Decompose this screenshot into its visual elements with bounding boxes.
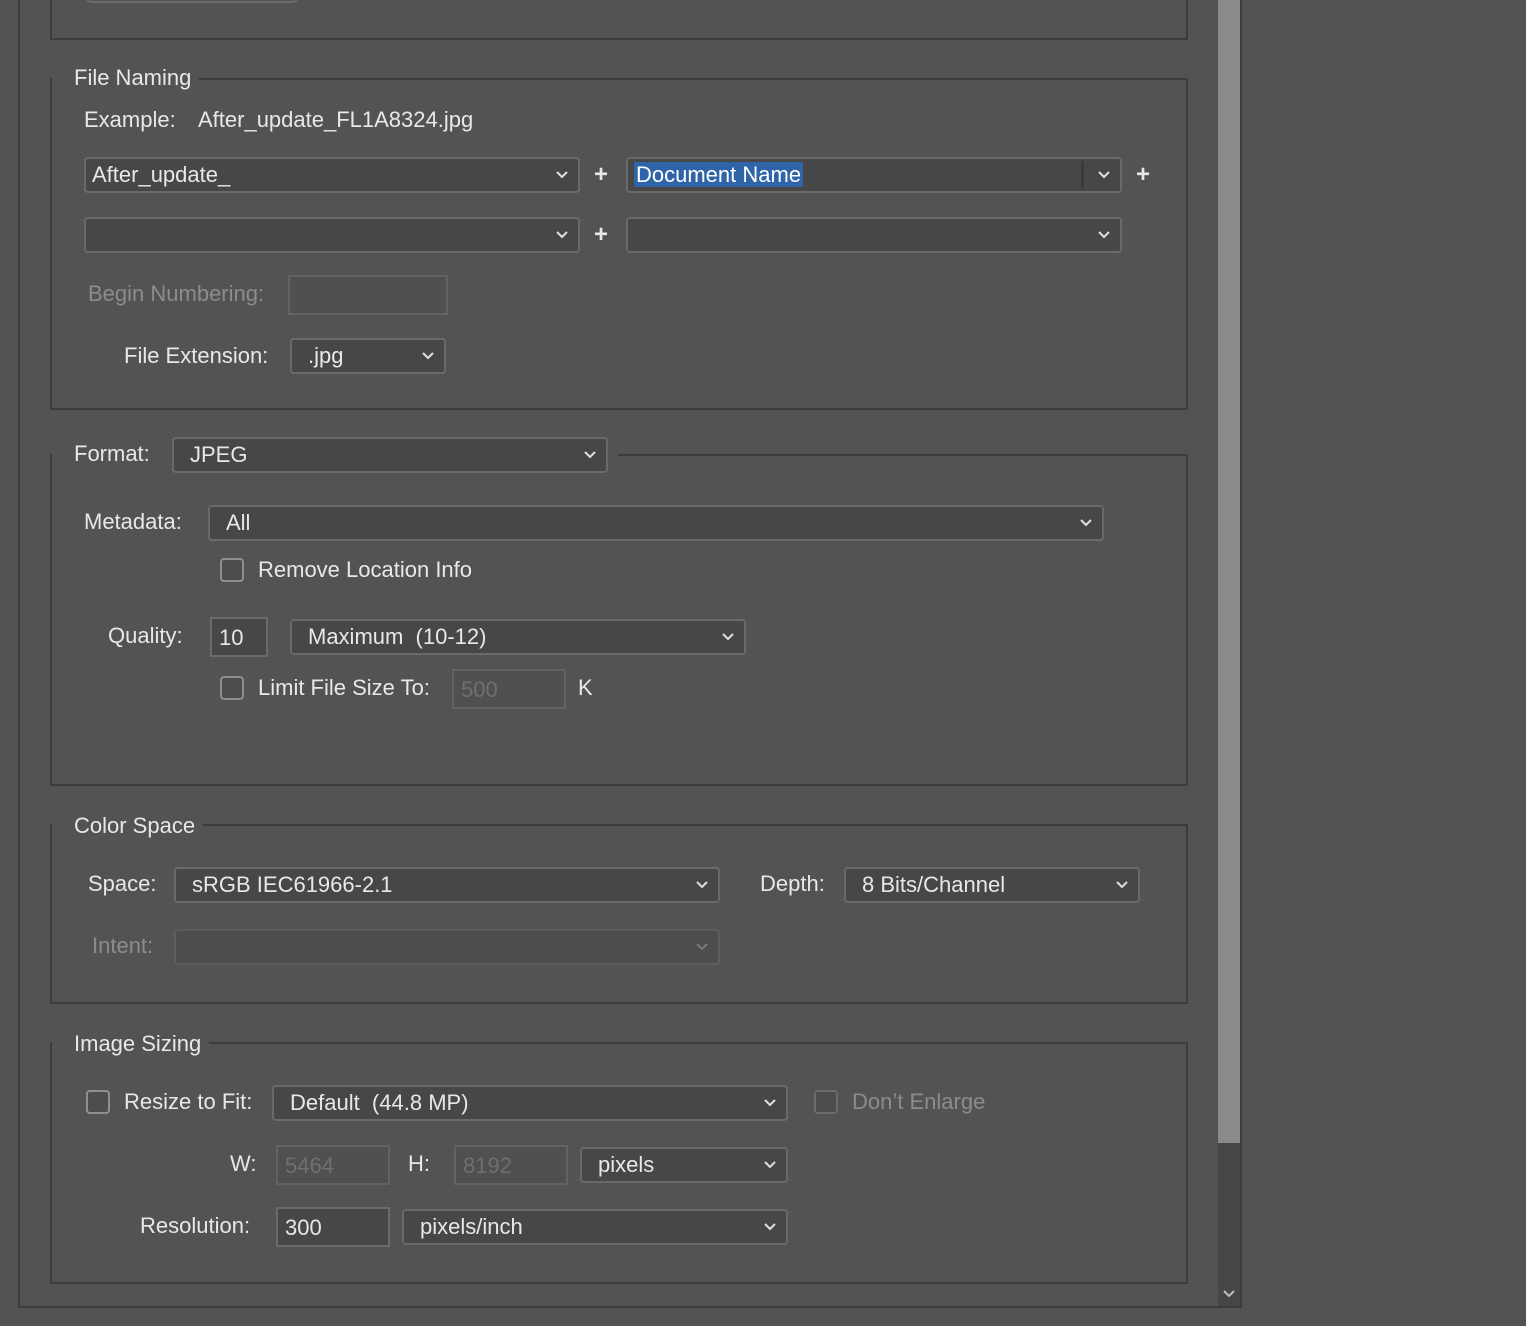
resolution-unit-select[interactable]: pixels/inch xyxy=(402,1209,788,1245)
name-part-2-value[interactable]: Document Name xyxy=(634,162,804,187)
chevron-down-icon xyxy=(1098,171,1110,179)
name-part-2-select[interactable]: Document Name xyxy=(626,157,1122,193)
color-space-legend: Color Space xyxy=(52,811,204,841)
depth-label: Depth: xyxy=(760,871,825,896)
chevron-down-icon xyxy=(1080,519,1092,527)
chevron-down-icon xyxy=(764,1161,776,1169)
image-sizing-legend: Image Sizing xyxy=(52,1029,210,1059)
chevron-down-icon xyxy=(1116,881,1128,889)
scroll-down-icon[interactable] xyxy=(1218,1284,1240,1304)
begin-numbering-label: Begin Numbering: xyxy=(88,281,265,306)
resolution-value: 300 xyxy=(285,1215,322,1240)
size-unit-value: pixels xyxy=(598,1152,655,1177)
chevron-down-icon xyxy=(722,633,734,641)
begin-numbering-input xyxy=(288,275,448,315)
chevron-down-icon xyxy=(764,1223,776,1231)
chevron-down-icon xyxy=(422,352,434,360)
intent-select xyxy=(174,929,720,965)
text-caret xyxy=(1081,161,1084,189)
remove-location-label[interactable]: Remove Location Info xyxy=(258,555,472,585)
metadata-value: All xyxy=(226,510,251,535)
limit-unit-label: K xyxy=(578,675,593,700)
color-space-group xyxy=(50,824,1188,1004)
format-value: JPEG xyxy=(190,442,248,467)
space-label: Space: xyxy=(88,871,157,896)
space-value: sRGB IEC61966-2.1 xyxy=(192,872,393,897)
format-label: Format: xyxy=(74,441,150,466)
file-naming-legend: File Naming xyxy=(52,63,200,93)
width-label: W: xyxy=(230,1151,257,1176)
resolution-unit-value: pixels/inch xyxy=(420,1214,523,1239)
resize-preset-select[interactable]: Default (44.8 MP) xyxy=(272,1085,788,1121)
dont-enlarge-label: Don’t Enlarge xyxy=(852,1089,986,1114)
example-label: Example: xyxy=(84,107,176,132)
height-input: 8192 xyxy=(454,1145,568,1185)
name-part-3-select[interactable] xyxy=(84,217,580,253)
name-part-1-value: After_update_ xyxy=(92,162,231,187)
depth-select[interactable]: 8 Bits/Channel xyxy=(844,867,1140,903)
plus-icon: + xyxy=(594,161,609,188)
chevron-down-icon xyxy=(1098,231,1110,239)
quality-input[interactable]: 10 xyxy=(210,617,268,657)
depth-value: 8 Bits/Channel xyxy=(862,872,1006,897)
remove-location-checkbox[interactable] xyxy=(220,558,244,582)
limit-file-size-input: 500 xyxy=(452,669,566,709)
space-select[interactable]: sRGB IEC61966-2.1 xyxy=(174,867,720,903)
width-input: 5464 xyxy=(276,1145,390,1185)
chevron-down-icon xyxy=(556,231,568,239)
scrollbar-thumb[interactable] xyxy=(1218,0,1240,1143)
resize-to-fit-checkbox[interactable] xyxy=(86,1090,110,1114)
quality-label: Quality: xyxy=(108,623,183,648)
name-part-4-select[interactable] xyxy=(626,217,1122,253)
name-part-1-select[interactable]: After_update_ xyxy=(84,157,580,193)
format-select[interactable]: JPEG xyxy=(172,437,608,473)
file-extension-value: .jpg xyxy=(308,343,344,368)
limit-file-size-checkbox[interactable] xyxy=(220,676,244,700)
file-extension-select[interactable]: .jpg xyxy=(290,338,446,374)
plus-icon: + xyxy=(1136,161,1151,188)
resolution-input[interactable]: 300 xyxy=(276,1207,390,1247)
metadata-label: Metadata: xyxy=(84,509,182,534)
chevron-down-icon xyxy=(696,943,708,951)
quality-preset-select[interactable]: Maximum (10-12) xyxy=(290,619,746,655)
metadata-select[interactable]: All xyxy=(208,505,1104,541)
limit-file-size-value: 500 xyxy=(461,677,498,702)
resize-to-fit-label[interactable]: Resize to Fit: xyxy=(124,1087,252,1117)
file-extension-label: File Extension: xyxy=(124,343,269,368)
dont-enlarge-checkbox xyxy=(814,1090,838,1114)
chevron-down-icon xyxy=(696,881,708,889)
plus-icon: + xyxy=(594,221,609,248)
width-value: 5464 xyxy=(285,1153,334,1178)
chevron-down-icon xyxy=(584,451,596,459)
size-unit-select[interactable]: pixels xyxy=(580,1147,788,1183)
previous-section-box xyxy=(50,0,1188,40)
intent-label: Intent: xyxy=(92,933,154,958)
limit-file-size-label[interactable]: Limit File Size To: xyxy=(258,673,430,703)
height-label: H: xyxy=(408,1151,430,1176)
resize-preset-value: Default (44.8 MP) xyxy=(290,1090,469,1115)
quality-value: 10 xyxy=(219,625,244,650)
resolution-label: Resolution: xyxy=(140,1213,251,1238)
height-value: 8192 xyxy=(463,1153,512,1178)
example-value: After_update_FL1A8324.jpg xyxy=(198,107,474,132)
quality-preset-value: Maximum (10-12) xyxy=(308,624,487,649)
chevron-down-icon xyxy=(764,1099,776,1107)
chevron-down-icon xyxy=(556,171,568,179)
